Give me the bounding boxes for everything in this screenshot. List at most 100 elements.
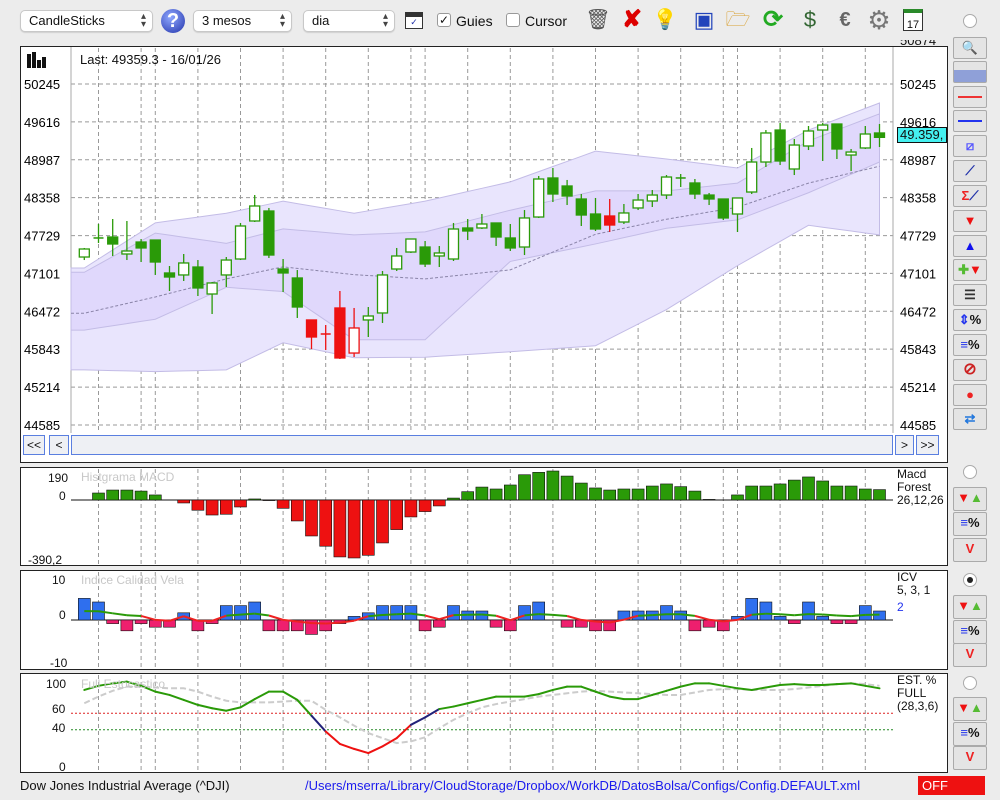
nav-prev-button[interactable]: <	[49, 435, 69, 455]
macd-bar	[134, 490, 148, 501]
red-horizontal-line-icon[interactable]	[953, 86, 987, 108]
channel-icon[interactable]: ⧄	[953, 135, 987, 157]
stoch-k-segment	[594, 690, 611, 698]
date-scrollbar[interactable]	[71, 435, 893, 455]
stoch-panel-radio[interactable]	[963, 676, 977, 690]
macd-panel-radio[interactable]	[963, 465, 977, 479]
price-tick-right: 44585	[900, 418, 936, 433]
refresh-arrows-icon[interactable]: ⇄	[953, 408, 987, 430]
buy-sell-arrows-icon[interactable]: ▼▲	[953, 595, 987, 619]
buy-sell-arrows-icon[interactable]: ▼▲	[953, 487, 987, 511]
price-tick-right: 48358	[900, 191, 936, 206]
status-label: OFF	[922, 778, 948, 793]
candle-body	[646, 194, 658, 202]
volume-chart-icon[interactable]	[953, 61, 987, 83]
icv-bar	[106, 619, 119, 624]
icv-signal-segment	[268, 614, 284, 621]
macd-bar	[745, 485, 759, 501]
icv-signal-segment	[226, 613, 241, 617]
icv-bar	[390, 605, 404, 621]
indicator-curve-icon[interactable]: V	[953, 746, 987, 770]
candle-body	[703, 194, 715, 200]
icv-signal-segment	[566, 615, 582, 621]
candle-body	[391, 255, 403, 270]
regression-trendline-icon[interactable]: Σ⟋	[953, 185, 987, 207]
candle-body	[504, 237, 516, 249]
buy-sell-arrows-icon[interactable]: ▼▲	[953, 697, 987, 721]
percent-lines-icon[interactable]: ≡%	[953, 334, 987, 356]
macd-bar	[560, 475, 574, 501]
macd-bar	[574, 482, 588, 501]
candle-body	[178, 262, 190, 276]
icv-bar	[503, 619, 517, 632]
trendline-icon[interactable]: ⟋	[953, 160, 987, 182]
candle	[660, 175, 673, 199]
candle	[788, 139, 800, 176]
icv-signal-segment	[822, 613, 837, 617]
candle	[78, 247, 90, 261]
buy-arrow-icon[interactable]: ▲	[953, 235, 987, 257]
stoch-k-segment	[282, 690, 299, 701]
candle-body	[831, 123, 843, 150]
price-tick-left: 45214	[24, 380, 60, 395]
nav-last-button[interactable]: >>	[916, 435, 939, 455]
candle-body	[589, 213, 602, 230]
zoom-icon[interactable]: 🔍	[953, 37, 987, 59]
blue-horizontal-line-icon[interactable]	[953, 110, 987, 132]
icv-signal-segment	[851, 613, 866, 618]
candle-body	[220, 259, 232, 276]
icv-signal-segment	[481, 613, 497, 617]
macd-bar	[177, 499, 190, 504]
config-path-link[interactable]: /Users/mserra/Library/CloudStorage/Dropb…	[305, 778, 860, 793]
icv-bar	[759, 601, 773, 621]
icv-bar	[844, 619, 858, 624]
stoch-k-segment	[466, 698, 483, 705]
macd-bar	[149, 494, 162, 501]
indicator-curve-icon[interactable]: V	[953, 538, 987, 562]
nav-next-button[interactable]: >	[895, 435, 914, 455]
candle-body	[149, 239, 161, 263]
icv-tick-max: 10	[52, 573, 66, 587]
macd-bar	[503, 484, 517, 501]
macd-bar	[234, 499, 247, 508]
candle-body	[277, 268, 289, 274]
candle-body	[305, 319, 318, 338]
stoch-k-segment	[452, 702, 469, 708]
candle-body	[547, 177, 559, 195]
macd-bar	[220, 499, 233, 515]
macd-bar	[290, 499, 304, 522]
icv-signal-segment	[368, 613, 383, 618]
percent-lines-icon[interactable]: ≡%	[953, 620, 987, 644]
macd-bar	[447, 497, 460, 501]
candle-body	[263, 210, 275, 256]
percent-range-icon[interactable]: ⇕%	[953, 309, 987, 331]
nav-first-button[interactable]: <<	[23, 435, 45, 455]
candle-body	[632, 199, 644, 209]
grid-lines-icon[interactable]: ☰	[953, 284, 987, 306]
status-off-button[interactable]: OFF	[918, 776, 985, 795]
icv-tick-zero: 0	[59, 608, 66, 622]
icv-signal-segment	[595, 620, 610, 624]
candle-body	[121, 250, 133, 255]
percent-lines-icon[interactable]: ≡%	[953, 512, 987, 536]
sell-arrow-icon[interactable]: ▼	[953, 210, 987, 232]
icv-signal-segment	[780, 613, 795, 617]
macd-bar	[361, 499, 375, 556]
stoch-k-segment	[551, 685, 569, 691]
price-tick-left: 47729	[24, 229, 60, 244]
macd-bar	[461, 491, 475, 501]
no-entry-icon[interactable]: ⊘	[953, 359, 987, 381]
macd-bar	[858, 488, 872, 501]
indicator-curve-icon[interactable]: V	[953, 643, 987, 667]
icv-bar	[319, 619, 333, 632]
record-icon[interactable]: ●	[953, 384, 987, 406]
percent-lines-icon[interactable]: ≡%	[953, 722, 987, 746]
macd-bar	[731, 494, 744, 501]
candle-body	[746, 161, 758, 193]
volume-bars-icon[interactable]	[27, 52, 47, 68]
candle-body	[433, 252, 445, 257]
candle-body	[604, 215, 616, 226]
icv-panel-radio[interactable]	[963, 573, 977, 587]
candle-body	[135, 241, 147, 249]
buy-sell-signals-icon[interactable]: ✚▼	[953, 259, 987, 281]
